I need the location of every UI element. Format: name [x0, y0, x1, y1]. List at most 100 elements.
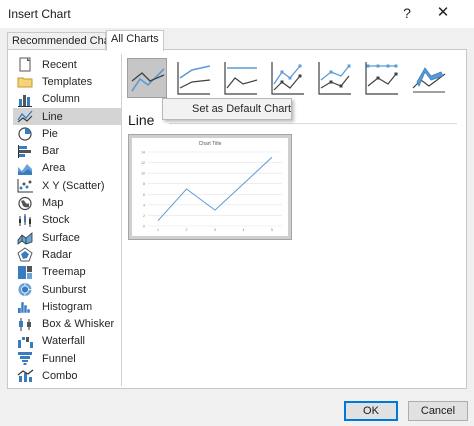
chart-type-label: Pie [42, 127, 58, 140]
preview-x-tick: 1 [157, 228, 159, 232]
chart-type-label: Templates [42, 75, 93, 88]
chart-type-label: Surface [42, 231, 80, 244]
chart-type-box-whisker[interactable]: Box & Whisker [13, 315, 121, 332]
preview-y-tick: 6 [143, 193, 145, 197]
tab-recommended-charts[interactable]: Recommended Charts [7, 32, 122, 50]
preview-x-tick: 3 [214, 228, 216, 232]
chart-type-column[interactable]: Column [13, 91, 121, 108]
chart-type-combo[interactable]: Combo [13, 367, 121, 384]
chart-preview[interactable]: Chart Title 0 2 4 6 8 10 12 14 1 2 3 4 5 [128, 134, 292, 240]
tab-all-charts[interactable]: All Charts [106, 30, 164, 51]
chart-type-label: Recent [42, 58, 77, 71]
panel-divider [121, 54, 122, 386]
chart-type-label: Map [42, 197, 64, 210]
subtype-gallery [127, 58, 457, 102]
ok-button[interactable]: OK [344, 401, 398, 421]
preview-y-tick: 0 [143, 225, 145, 229]
percent-stacked-line-markers-subtype-icon [365, 62, 398, 95]
chart-type-pie[interactable]: Pie [13, 125, 121, 142]
chart-type-sunburst[interactable]: Sunburst [13, 281, 121, 298]
subtype-percent-stacked-line[interactable] [221, 58, 261, 98]
chart-type-radar[interactable]: Radar [13, 246, 121, 263]
chart-type-label: Area [42, 162, 66, 175]
chart-type-label: Bar [42, 145, 60, 158]
column-chart-icon [18, 94, 32, 107]
chart-type-label: Histogram [42, 300, 93, 313]
map-chart-icon [18, 196, 32, 210]
set-default-chart-tooltip[interactable]: Set as Default Chart [162, 98, 292, 120]
chart-type-funnel[interactable]: Funnel [13, 350, 121, 367]
combo-chart-icon [17, 370, 34, 383]
area-chart-icon [18, 163, 32, 175]
preview-plot: 024681012141 2 3 4 5 [141, 151, 282, 232]
chart-type-list: Recent Templates Column Line Pie Bar Are… [13, 56, 121, 385]
chart-type-bar[interactable]: Bar [13, 142, 121, 159]
preview-y-tick: 2 [143, 214, 145, 218]
preview-x-tick: 4 [243, 228, 245, 232]
chart-type-histogram[interactable]: Histogram [13, 298, 121, 315]
pie-chart-icon [18, 127, 32, 141]
preview-series-line [157, 156, 273, 222]
percent-stacked-line-subtype-icon [224, 62, 258, 95]
radar-chart-icon [17, 247, 33, 262]
sunburst-chart-icon [18, 283, 32, 296]
templates-icon [17, 77, 33, 88]
selected-type-title: Line [128, 112, 155, 128]
chart-type-scatter[interactable]: X Y (Scatter) [13, 177, 121, 194]
treemap-chart-icon [18, 265, 32, 279]
chart-type-label: Funnel [42, 352, 76, 365]
close-button[interactable]: ✕ [428, 2, 458, 24]
subtype-stacked-line-markers[interactable] [315, 58, 355, 98]
chart-type-recent[interactable]: Recent [13, 56, 121, 73]
stacked-line-markers-subtype-icon [318, 62, 351, 95]
waterfall-chart-icon [18, 336, 33, 348]
cancel-button[interactable]: Cancel [408, 401, 468, 421]
chart-preview-canvas: Chart Title 0 2 4 6 8 10 12 14 1 2 3 4 5 [132, 138, 288, 236]
chart-type-label: Waterfall [42, 335, 85, 348]
scatter-chart-icon [17, 179, 33, 193]
surface-chart-icon [17, 232, 33, 245]
preview-y-tick: 4 [143, 203, 145, 207]
footer-separator [0, 392, 474, 393]
preview-y-tick: 12 [141, 161, 145, 165]
bar-chart-icon [18, 144, 31, 158]
line-chart-icon [17, 110, 33, 123]
preview-y-tick: 10 [141, 172, 145, 176]
chart-type-label: Box & Whisker [42, 318, 115, 331]
stock-chart-icon [19, 213, 31, 227]
title-rule [169, 123, 457, 124]
tooltip-text: Set as Default Chart [192, 103, 292, 115]
chart-type-area[interactable]: Area [13, 160, 121, 177]
dialog-title: Insert Chart [8, 7, 71, 21]
preview-y-tick: 14 [141, 151, 145, 155]
stacked-line-subtype-icon [177, 62, 211, 95]
subtype-3d-line[interactable] [409, 58, 449, 98]
chart-type-label: Line [42, 110, 63, 123]
subtype-line[interactable] [127, 58, 167, 98]
subtype-percent-stacked-line-markers[interactable] [362, 58, 402, 98]
box-whisker-chart-icon [19, 317, 31, 331]
3d-line-subtype-icon [412, 67, 446, 93]
preview-y-tick: 8 [143, 182, 145, 186]
chart-type-templates[interactable]: Templates [13, 73, 121, 90]
subtype-stacked-line[interactable] [174, 58, 214, 98]
chart-type-stock[interactable]: Stock [13, 212, 121, 229]
chart-type-waterfall[interactable]: Waterfall [13, 333, 121, 350]
chart-type-line[interactable]: Line [13, 107, 121, 126]
chart-type-surface[interactable]: Surface [13, 229, 121, 246]
chart-type-label: Stock [42, 214, 70, 227]
funnel-chart-icon [18, 352, 32, 366]
chart-type-map[interactable]: Map [13, 194, 121, 211]
chart-type-label: Column [42, 93, 80, 106]
line-markers-subtype-icon [271, 62, 304, 95]
chart-type-label: Combo [42, 369, 78, 382]
subtype-line-markers[interactable] [268, 58, 308, 98]
line-subtype-icon [131, 68, 165, 92]
preview-x-tick: 2 [186, 228, 188, 232]
chart-type-treemap[interactable]: Treemap [13, 264, 121, 281]
help-button[interactable]: ? [396, 2, 418, 24]
histogram-chart-icon [18, 302, 31, 314]
title-bar: Insert Chart ? ✕ [0, 0, 474, 28]
chart-type-label: Radar [42, 248, 72, 261]
chart-type-label: X Y (Scatter) [42, 179, 105, 192]
